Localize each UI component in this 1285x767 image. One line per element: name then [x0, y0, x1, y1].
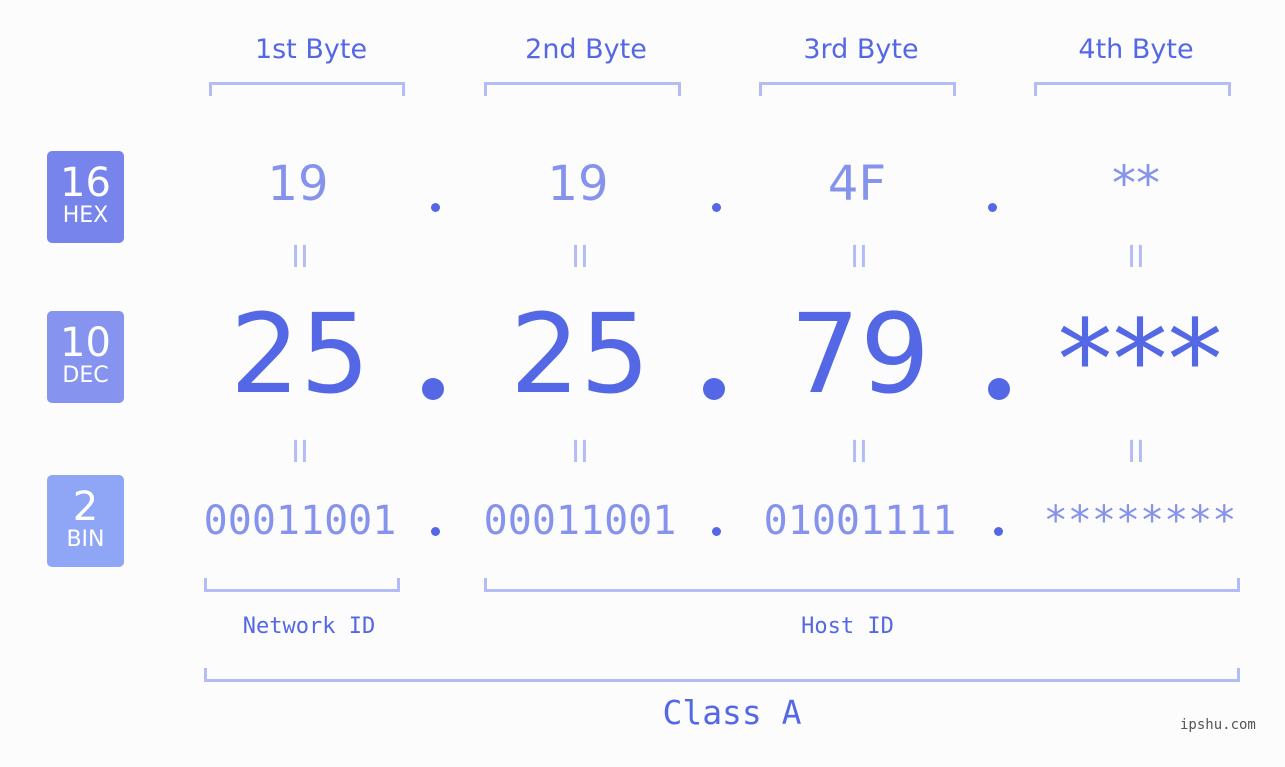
dec-dot-2	[703, 378, 725, 400]
dec-dot-3	[988, 378, 1010, 400]
hex-dot-2	[712, 203, 721, 212]
hex-value-3: 4F	[827, 156, 887, 212]
bin-badge-number: 2	[72, 484, 99, 530]
bin-value-2: 00011001	[483, 498, 677, 544]
host-id-label: Host ID	[801, 614, 894, 639]
dec-dot-1	[422, 378, 444, 400]
byte-header-1: 1st Byte	[254, 34, 368, 65]
bin-value-4: ********	[1043, 498, 1237, 544]
network-id-bracket	[204, 578, 400, 592]
bin-dot-3	[994, 527, 1003, 536]
hex-badge: 16 HEX	[47, 151, 124, 243]
class-label: Class A	[662, 693, 802, 732]
network-id-label: Network ID	[242, 614, 376, 639]
byte-bracket-1	[209, 82, 405, 96]
hex-value-1: 19	[267, 156, 329, 212]
byte-header-3: 3rd Byte	[803, 34, 919, 65]
byte-header-4: 4th Byte	[1078, 34, 1194, 65]
bin-badge-label: BIN	[66, 527, 105, 552]
byte-bracket-3	[759, 82, 956, 96]
byte-bracket-4	[1034, 82, 1231, 96]
equals-sign: II	[850, 240, 868, 275]
dec-value-4: ***	[1057, 296, 1223, 424]
watermark: ipshu.com	[1180, 717, 1256, 733]
dec-badge-number: 10	[60, 320, 111, 366]
equals-sign: II	[291, 435, 309, 470]
hex-badge-number: 16	[60, 160, 111, 206]
host-id-bracket	[484, 578, 1240, 592]
dec-badge-label: DEC	[62, 363, 109, 388]
class-bracket	[204, 668, 1240, 682]
bin-badge: 2 BIN	[47, 475, 124, 567]
bin-dot-2	[712, 527, 721, 536]
byte-header-2: 2nd Byte	[525, 34, 647, 65]
equals-sign: II	[1127, 435, 1145, 470]
dec-value-2: 25	[510, 290, 650, 418]
dec-value-3: 79	[790, 290, 930, 418]
equals-sign: II	[1127, 240, 1145, 275]
bin-dot-1	[431, 527, 440, 536]
hex-dot-3	[988, 203, 997, 212]
equals-sign: II	[850, 435, 868, 470]
dec-value-1: 25	[230, 290, 370, 418]
byte-bracket-2	[484, 82, 681, 96]
hex-value-4: **	[1112, 156, 1160, 212]
dec-badge: 10 DEC	[47, 311, 124, 403]
hex-dot-1	[431, 203, 440, 212]
bin-value-3: 01001111	[763, 498, 957, 544]
equals-sign: II	[571, 435, 589, 470]
bin-value-1: 00011001	[203, 498, 397, 544]
equals-sign: II	[291, 240, 309, 275]
equals-sign: II	[571, 240, 589, 275]
hex-badge-label: HEX	[62, 203, 109, 228]
hex-value-2: 19	[547, 156, 609, 212]
